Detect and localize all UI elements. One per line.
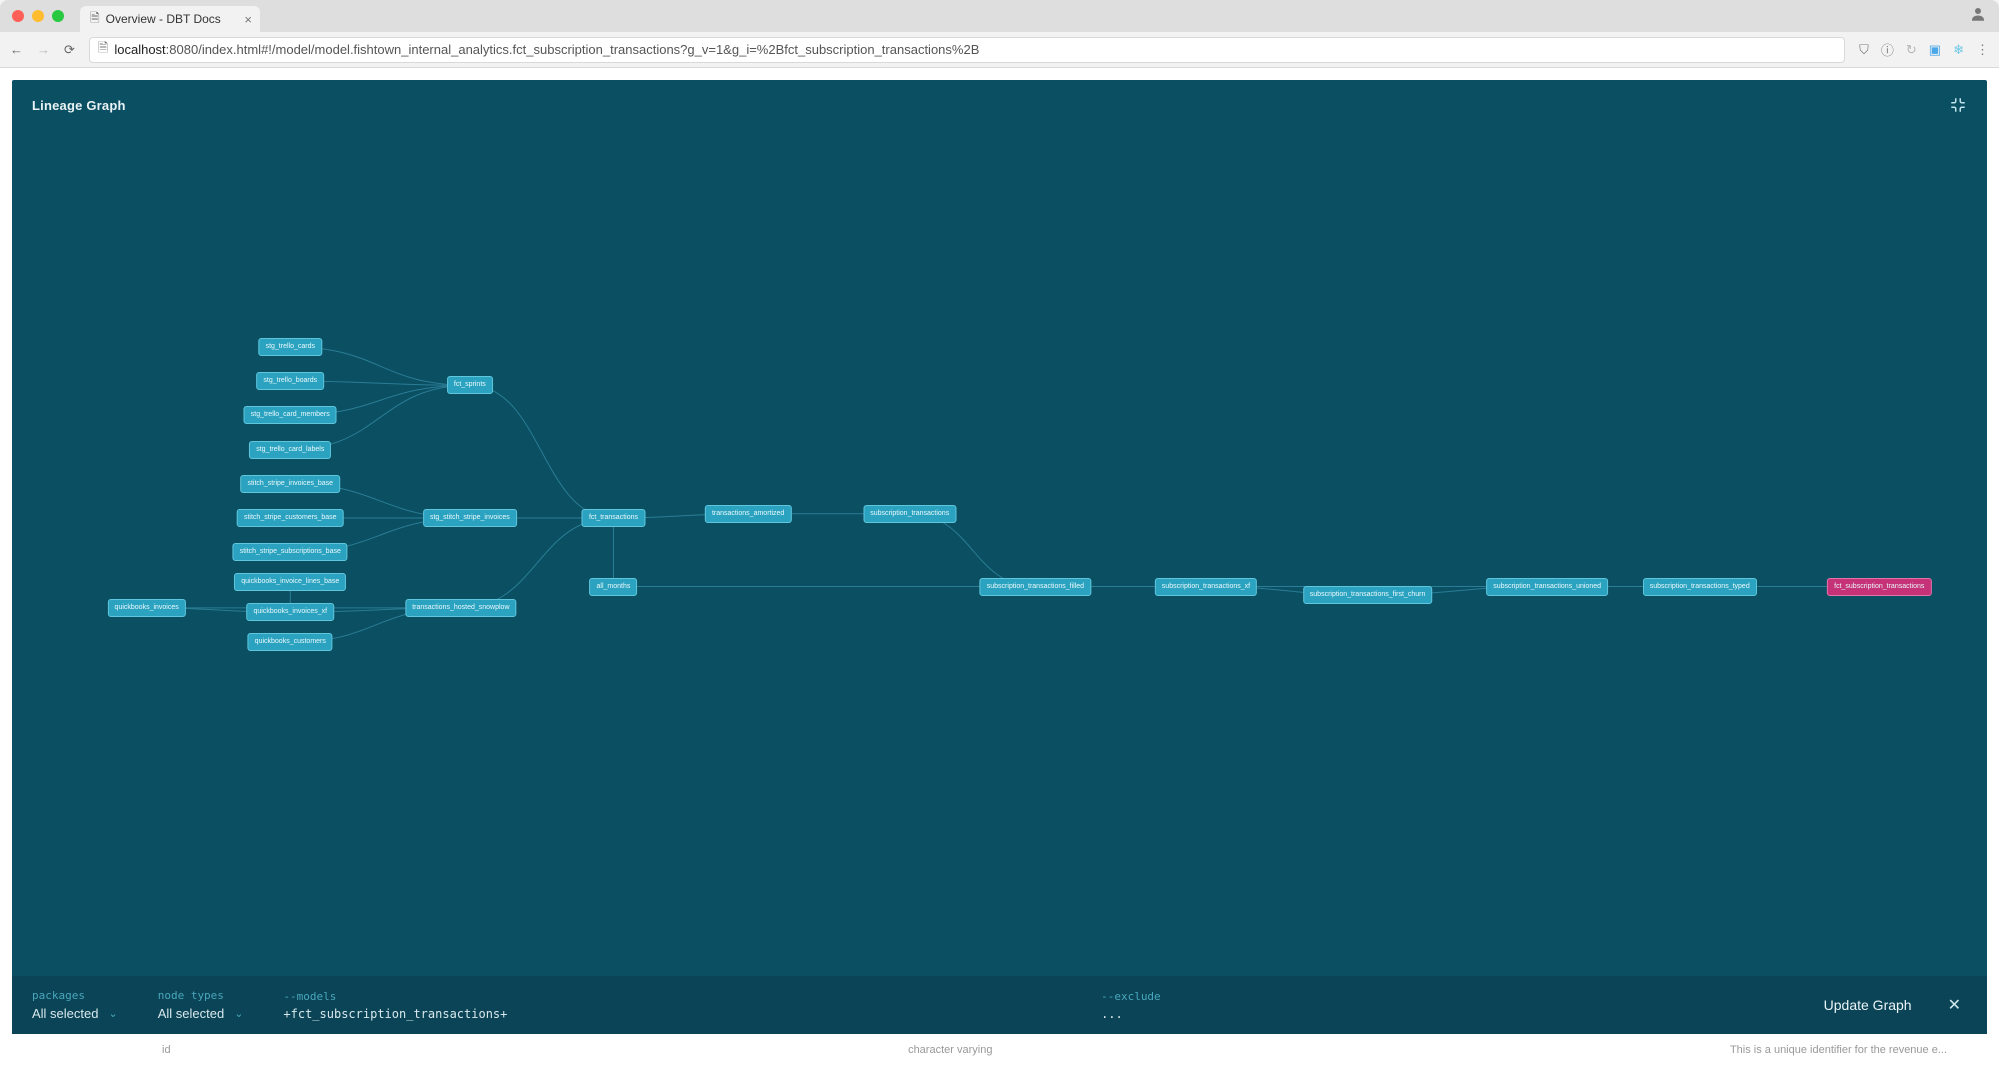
node-types-value: All selected xyxy=(158,1006,224,1021)
graph-node[interactable]: stitch_stripe_customers_base xyxy=(237,509,344,527)
models-value: +fct_subscription_transactions+ xyxy=(283,1007,1061,1021)
menu-icon[interactable]: ⋮ xyxy=(1976,42,1989,58)
graph-node[interactable]: quickbooks_invoices_xf xyxy=(247,603,335,621)
graph-node[interactable]: subscription_transactions_typed xyxy=(1643,578,1757,596)
graph-node[interactable]: quickbooks_invoice_lines_base xyxy=(234,573,346,591)
extension-icon[interactable]: ▣ xyxy=(1929,42,1941,58)
nav-back-icon[interactable]: ← xyxy=(10,42,23,57)
graph-node[interactable]: stg_stitch_stripe_invoices xyxy=(423,509,517,527)
graph-node[interactable]: subscription_transactions_filled xyxy=(980,578,1091,596)
graph-node[interactable]: transactions_amortized xyxy=(705,505,791,523)
chevron-down-icon: ⌄ xyxy=(234,1007,243,1020)
graph-node[interactable]: all_months xyxy=(590,578,638,596)
packages-value: All selected xyxy=(32,1006,98,1021)
graph-node[interactable]: stg_trello_card_members xyxy=(244,406,337,424)
minimize-window-icon[interactable] xyxy=(32,10,44,22)
snowflake-icon[interactable]: ❄ xyxy=(1953,42,1964,58)
graph-node[interactable]: stg_trello_boards xyxy=(256,372,324,390)
browser-tabstrip: 🗎 Overview - DBT Docs × xyxy=(80,0,260,32)
reload-icon[interactable]: ⟳ xyxy=(64,42,75,58)
nav-forward-icon: → xyxy=(37,42,50,57)
graph-node[interactable]: subscription_transactions xyxy=(863,505,956,523)
file-icon: 🗎 xyxy=(90,9,100,30)
profile-avatar-icon[interactable] xyxy=(1969,5,1987,28)
graph-node[interactable]: stitch_stripe_subscriptions_base xyxy=(233,543,348,561)
chevron-down-icon: ⌄ xyxy=(108,1007,117,1020)
info-icon[interactable]: ⓘ xyxy=(1881,40,1894,59)
traffic-lights xyxy=(12,10,64,22)
exclude-value: ... xyxy=(1101,1007,1768,1021)
packages-filter[interactable]: packages All selected ⌄ xyxy=(32,976,158,1034)
exclude-label: --exclude xyxy=(1101,990,1768,1003)
close-window-icon[interactable] xyxy=(12,10,24,22)
window-title-bar: 🗎 Overview - DBT Docs × xyxy=(0,0,1999,32)
graph-node[interactable]: subscription_transactions_xf xyxy=(1155,578,1257,596)
graph-node[interactable]: fct_transactions xyxy=(582,509,645,527)
exit-fullscreen-icon[interactable] xyxy=(1949,96,1967,114)
maximize-window-icon[interactable] xyxy=(52,10,64,22)
graph-node[interactable]: stg_trello_cards xyxy=(259,338,322,356)
browser-toolbar: ← → ⟳ 🗎 localhost :8080/index.html#!/mod… xyxy=(0,32,1999,68)
column-id-label: id xyxy=(162,1044,171,1056)
models-label: --models xyxy=(283,990,1061,1003)
url-path: :8080/index.html#!/model/model.fishtown_… xyxy=(166,42,980,57)
url-host: localhost xyxy=(114,42,165,57)
graph-canvas[interactable]: quickbooks_invoices stg_trello_cards stg_t… xyxy=(12,120,1987,976)
address-bar[interactable]: 🗎 localhost :8080/index.html#!/model/mod… xyxy=(89,37,1845,63)
underlying-page-row: id character varying This is a unique id… xyxy=(12,1034,1987,1066)
graph-node[interactable]: fct_subscription_transactions xyxy=(1827,578,1931,596)
column-type: character varying xyxy=(908,1044,992,1056)
browser-tab-title: Overview - DBT Docs xyxy=(106,12,221,26)
graph-node[interactable]: fct_sprints xyxy=(447,376,493,394)
graph-node[interactable]: subscription_transactions_first_churn xyxy=(1303,586,1433,604)
graph-edge xyxy=(910,514,1036,587)
update-graph-button[interactable]: Update Graph xyxy=(1808,989,1928,1021)
graph-node[interactable]: quickbooks_invoices xyxy=(108,599,186,617)
packages-label: packages xyxy=(32,989,118,1002)
shield-icon[interactable]: ⛉ xyxy=(1859,42,1869,58)
graph-edge xyxy=(470,385,614,518)
node-types-label: node types xyxy=(158,989,244,1002)
lineage-graph-overlay: Lineage Graph quickbooks_invoices stg_tre… xyxy=(12,80,1987,1034)
browser-tab[interactable]: 🗎 Overview - DBT Docs × xyxy=(80,6,260,32)
column-desc: This is a unique identifier for the reve… xyxy=(1730,1044,1947,1056)
toolbar-right-icons: ⛉ ⓘ ↻ ▣ ❄ ⋮ xyxy=(1859,40,1989,59)
graph-node[interactable]: stg_trello_card_labels xyxy=(249,441,331,459)
graph-node[interactable]: stitch_stripe_invoices_base xyxy=(240,475,340,493)
close-tab-icon[interactable]: × xyxy=(244,12,252,27)
graph-node[interactable]: subscription_transactions_unioned xyxy=(1486,578,1608,596)
graph-node[interactable]: quickbooks_customers xyxy=(248,633,333,651)
node-types-filter[interactable]: node types All selected ⌄ xyxy=(158,976,284,1034)
graph-controls: packages All selected ⌄ node types All s… xyxy=(12,976,1987,1034)
graph-node[interactable]: transactions_hosted_snowplow xyxy=(405,599,516,617)
exclude-selector[interactable]: --exclude ... xyxy=(1101,976,1808,1034)
lineage-header: Lineage Graph xyxy=(12,80,1987,120)
reload-alt-icon[interactable]: ↻ xyxy=(1906,42,1917,58)
close-overlay-icon[interactable]: ✕ xyxy=(1942,989,1967,1021)
page-area: id character varying This is a unique id… xyxy=(0,68,1999,1066)
lineage-title: Lineage Graph xyxy=(32,98,126,113)
models-selector[interactable]: --models +fct_subscription_transactions+ xyxy=(283,976,1101,1034)
file-icon: 🗎 xyxy=(98,39,108,61)
